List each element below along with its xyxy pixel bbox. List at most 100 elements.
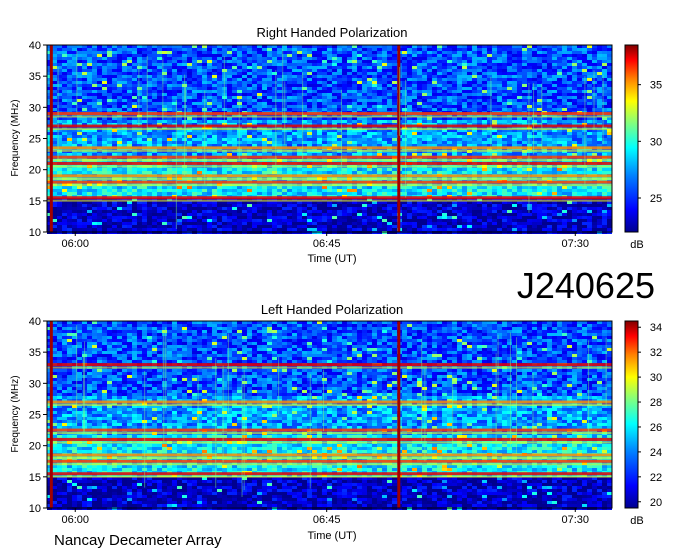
heatmap-cell bbox=[92, 51, 97, 54]
heatmap-cell bbox=[417, 138, 422, 141]
heatmap-cell bbox=[427, 87, 432, 90]
heatmap-cell bbox=[197, 141, 202, 144]
heatmap-cell bbox=[152, 141, 157, 144]
heatmap-cell bbox=[167, 51, 172, 54]
heatmap-cell bbox=[127, 48, 132, 51]
heatmap-cell bbox=[287, 57, 292, 60]
heatmap-cell bbox=[597, 168, 602, 171]
heatmap-cell bbox=[382, 96, 387, 99]
heatmap-cell bbox=[527, 66, 532, 69]
heatmap-cell bbox=[217, 105, 222, 108]
heatmap-cell bbox=[547, 153, 552, 156]
heatmap-cell bbox=[452, 102, 457, 105]
heatmap-cell bbox=[547, 120, 552, 123]
heatmap-cell bbox=[77, 105, 82, 108]
heatmap-cell bbox=[212, 108, 217, 111]
heatmap-cell bbox=[332, 69, 337, 72]
heatmap-cell bbox=[117, 57, 122, 60]
heatmap-cell bbox=[407, 72, 412, 75]
heatmap-cell bbox=[142, 168, 147, 171]
heatmap-cell bbox=[527, 69, 532, 72]
heatmap-cell bbox=[177, 75, 182, 78]
heatmap-cell bbox=[97, 108, 102, 111]
heatmap-cell bbox=[267, 66, 272, 69]
heatmap-cell bbox=[202, 84, 207, 87]
heatmap-cell bbox=[422, 84, 427, 87]
heatmap-cell bbox=[502, 141, 507, 144]
heatmap-cell bbox=[62, 66, 67, 69]
heatmap-cell bbox=[357, 81, 362, 84]
heatmap-cell bbox=[457, 63, 462, 66]
heatmap-cell bbox=[92, 87, 97, 90]
heatmap-cell bbox=[402, 93, 407, 96]
heatmap-cell bbox=[297, 135, 302, 138]
heatmap-cell bbox=[357, 105, 362, 108]
heatmap-cell bbox=[562, 96, 567, 99]
heatmap-cell bbox=[347, 63, 352, 66]
heatmap-cell bbox=[407, 108, 412, 111]
heatmap-cell bbox=[352, 87, 357, 90]
heatmap-cell bbox=[537, 141, 542, 144]
heatmap-cell bbox=[492, 69, 497, 72]
heatmap-cell bbox=[127, 90, 132, 93]
heatmap-cell bbox=[167, 168, 172, 171]
heatmap-cell bbox=[417, 168, 422, 171]
heatmap-cell bbox=[432, 153, 437, 156]
heatmap-cell bbox=[142, 84, 147, 87]
heatmap-cell bbox=[527, 102, 532, 105]
heatmap-cell bbox=[177, 81, 182, 84]
heatmap-cell bbox=[502, 96, 507, 99]
heatmap-cell bbox=[307, 102, 312, 105]
heatmap-cell bbox=[132, 105, 137, 108]
heatmap-cell bbox=[367, 72, 372, 75]
heatmap-cell bbox=[67, 90, 72, 93]
heatmap-cell bbox=[357, 51, 362, 54]
heatmap-cell bbox=[77, 141, 82, 144]
heatmap-cell bbox=[497, 72, 502, 75]
heatmap-cell bbox=[607, 138, 612, 141]
heatmap-cell bbox=[192, 78, 197, 81]
heatmap-cell bbox=[67, 78, 72, 81]
heatmap-cell bbox=[437, 108, 442, 111]
heatmap-cell bbox=[107, 108, 112, 111]
heatmap-cell bbox=[177, 90, 182, 93]
heatmap-cell bbox=[347, 87, 352, 90]
heatmap-cell bbox=[592, 138, 597, 141]
heatmap-cell bbox=[157, 60, 162, 63]
heatmap-cell bbox=[537, 72, 542, 75]
heatmap-cell bbox=[122, 63, 127, 66]
heatmap-cell bbox=[202, 69, 207, 72]
heatmap-cell bbox=[607, 75, 612, 78]
heatmap-cell bbox=[392, 48, 397, 51]
heatmap-cell bbox=[427, 84, 432, 87]
heatmap-cell bbox=[517, 78, 522, 81]
heatmap-cell bbox=[97, 57, 102, 60]
heatmap-cell bbox=[97, 54, 102, 57]
heatmap-cell bbox=[87, 57, 92, 60]
heatmap-cell bbox=[107, 87, 112, 90]
heatmap-cell bbox=[557, 90, 562, 93]
heatmap-cell bbox=[97, 81, 102, 84]
heatmap-cell bbox=[207, 108, 212, 111]
heatmap-cell bbox=[257, 108, 262, 111]
heatmap-cell bbox=[372, 171, 377, 174]
heatmap-cell bbox=[97, 168, 102, 171]
heatmap-cell bbox=[277, 120, 282, 123]
heatmap-cell bbox=[482, 51, 487, 54]
heatmap-cell bbox=[232, 72, 237, 75]
heatmap-cell bbox=[437, 141, 442, 144]
heatmap-cell bbox=[142, 81, 147, 84]
heatmap-cell bbox=[367, 60, 372, 63]
heatmap-cell bbox=[492, 63, 497, 66]
heatmap-cell bbox=[497, 153, 502, 156]
heatmap-cell bbox=[252, 87, 257, 90]
heatmap-cell bbox=[167, 171, 172, 174]
heatmap-cell bbox=[542, 54, 547, 57]
heatmap-cell bbox=[172, 63, 177, 66]
heatmap-cell bbox=[192, 75, 197, 78]
heatmap-cell bbox=[122, 153, 127, 156]
heatmap-cell bbox=[327, 90, 332, 93]
heatmap-cell bbox=[412, 72, 417, 75]
heatmap-cell bbox=[262, 51, 267, 54]
heatmap-cell bbox=[62, 90, 67, 93]
